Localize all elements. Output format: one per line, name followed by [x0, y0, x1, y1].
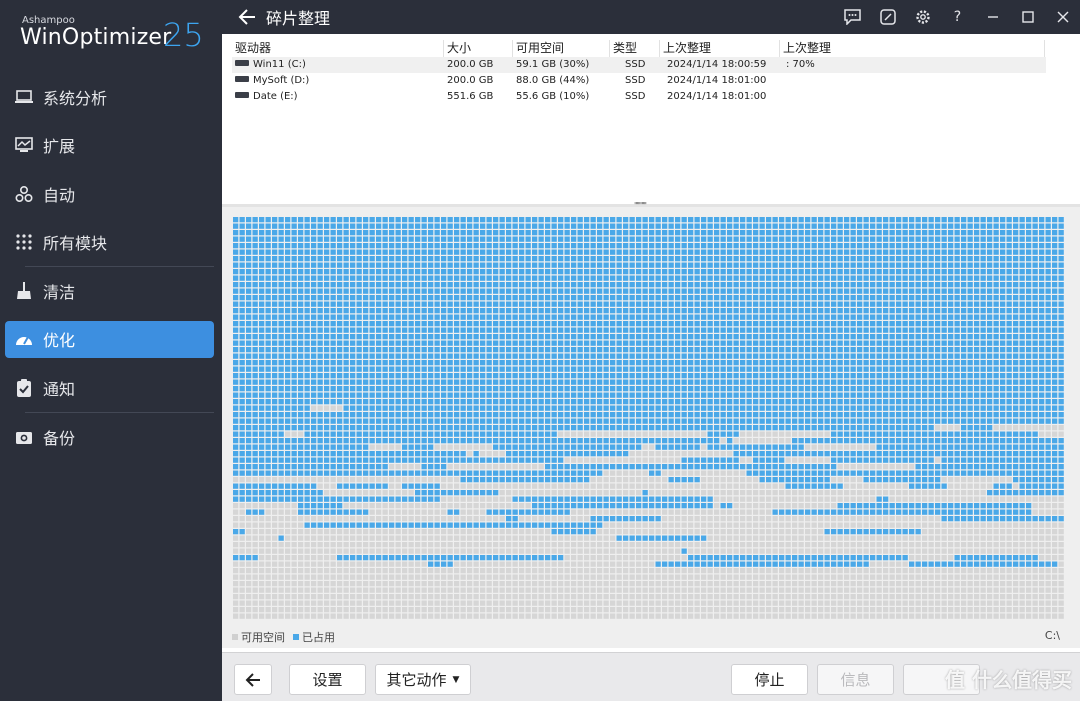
broom-icon: [13, 280, 35, 302]
drive-free: 88.0 GB (44%): [516, 75, 590, 86]
drive-last-defrag: 2024/1/14 18:01:00: [667, 91, 767, 102]
drive-icon: [235, 92, 249, 98]
minimize-icon[interactable]: [975, 0, 1010, 34]
link-nodes-icon: [13, 183, 35, 205]
column-header-type[interactable]: 类型: [610, 40, 660, 57]
dashboard-icon[interactable]: [870, 0, 905, 34]
drive-last-defrag: 2024/1/14 18:00:59: [667, 59, 767, 70]
watermark-logo: 值 什么值得买: [945, 668, 1072, 692]
cluster-map: [233, 217, 1064, 619]
sidebar-divider: [25, 412, 214, 414]
drive-size: 200.0 GB: [447, 59, 494, 70]
laptop-icon: [13, 86, 35, 108]
drive-table-header: 驱动器 大小 可用空间 类型 上次整理 上次整理: [232, 40, 1058, 57]
drive-type: SSD: [625, 59, 646, 70]
sidebar-item-notifications[interactable]: 通知: [5, 370, 214, 407]
brand-version: 25: [163, 16, 204, 54]
sidebar-item-backup[interactable]: 备份: [5, 418, 214, 455]
drive-name: MySoft (D:): [253, 75, 310, 86]
sidebar-item-system-analysis[interactable]: 系统分析: [5, 78, 214, 115]
drive-table: 驱动器 大小 可用空间 类型 上次整理 上次整理 Win11 (C:) 200.…: [222, 34, 1080, 206]
sidebar-item-all-modules[interactable]: 所有模块: [5, 224, 214, 261]
help-icon[interactable]: ?: [940, 0, 975, 34]
sidebar-item-automatic[interactable]: 自动: [5, 175, 214, 212]
legend-free-swatch: [232, 634, 238, 640]
legend-used-label: 已占用: [302, 631, 335, 644]
current-drive-label: C:\: [1044, 629, 1060, 642]
camera-icon: [13, 426, 35, 448]
settings-button[interactable]: 设置: [289, 664, 366, 695]
map-legend: 可用空间 已占用: [232, 629, 335, 645]
brand-name: WinOptimizer: [20, 25, 172, 50]
grid-dots-icon: [13, 231, 35, 253]
legend-free-label: 可用空间: [241, 631, 285, 644]
drive-type: SSD: [625, 91, 646, 102]
back-arrow-icon: [245, 672, 260, 687]
drive-name: Date (E:): [253, 91, 298, 102]
sidebar-item-clean[interactable]: 清洁: [5, 272, 214, 309]
sidebar-item-label: 清洁: [43, 282, 76, 302]
drive-icon: [235, 60, 249, 66]
drive-icon: [235, 76, 249, 82]
column-header-last-defrag[interactable]: 上次整理: [660, 40, 780, 57]
drive-type: SSD: [625, 75, 646, 86]
sidebar-item-label: 所有模块: [43, 234, 108, 254]
sidebar-item-label: 通知: [43, 380, 76, 400]
table-row[interactable]: MySoft (D:) 200.0 GB 88.0 GB (44%) SSD 2…: [232, 73, 783, 89]
sidebar-item-label: 自动: [43, 185, 76, 205]
stop-button[interactable]: 停止: [731, 664, 808, 695]
chart-screen-icon: [13, 134, 35, 156]
column-header-size[interactable]: 大小: [444, 40, 513, 57]
drive-free: 59.1 GB (30%): [516, 59, 590, 70]
sidebar: Ashampoo WinOptimizer 25 系统分析 扩展 自动 所有模块: [0, 0, 222, 701]
drive-free: 55.6 GB (10%): [516, 91, 590, 102]
legend-used-swatch: [293, 634, 299, 640]
back-arrow-icon[interactable]: [232, 2, 262, 32]
gear-icon[interactable]: [905, 0, 940, 34]
column-header-free-space[interactable]: 可用空间: [513, 40, 610, 57]
column-header-drive[interactable]: 驱动器: [232, 40, 444, 57]
sidebar-item-label: 系统分析: [43, 88, 108, 108]
maximize-icon[interactable]: [1010, 0, 1045, 34]
drive-size: 551.6 GB: [447, 91, 494, 102]
caret-down-icon: ▼: [452, 674, 460, 685]
sidebar-item-optimize[interactable]: 优化: [5, 320, 214, 358]
close-icon[interactable]: [1045, 0, 1080, 34]
drive-last-defrag: 2024/1/14 18:01:00: [667, 75, 767, 86]
back-button[interactable]: [234, 664, 272, 695]
page-title: 碎片整理: [266, 9, 331, 28]
column-header-last-defrag-2[interactable]: 上次整理: [780, 40, 1045, 57]
clipboard-check-icon: [13, 377, 35, 399]
window-controls: ?: [835, 0, 1080, 34]
gauge-icon: [13, 328, 35, 350]
more-actions-label: 其它动作: [386, 671, 447, 689]
table-row[interactable]: Win11 (C:) 200.0 GB 59.1 GB (30%) SSD 20…: [232, 57, 1046, 73]
title-bar: 碎片整理 ?: [222, 0, 1080, 34]
more-actions-button[interactable]: 其它动作 ▼: [375, 664, 471, 695]
drive-defrag-progress: : 70%: [786, 59, 815, 70]
info-button[interactable]: 信息: [817, 664, 894, 695]
sidebar-item-label: 备份: [43, 428, 76, 448]
sidebar-item-extensions[interactable]: 扩展: [5, 127, 214, 164]
feedback-icon[interactable]: [835, 0, 870, 34]
sidebar-divider: [25, 266, 214, 268]
sidebar-nav: 系统分析 扩展 自动 所有模块 清洁 优化 通知 备份: [5, 78, 214, 467]
drive-name: Win11 (C:): [253, 59, 306, 70]
sidebar-item-label: 优化: [43, 331, 76, 351]
table-row[interactable]: Date (E:) 551.6 GB 55.6 GB (10%) SSD 202…: [232, 89, 783, 105]
cluster-map-panel: [222, 207, 1080, 648]
drive-size: 200.0 GB: [447, 75, 494, 86]
sidebar-item-label: 扩展: [43, 137, 76, 157]
